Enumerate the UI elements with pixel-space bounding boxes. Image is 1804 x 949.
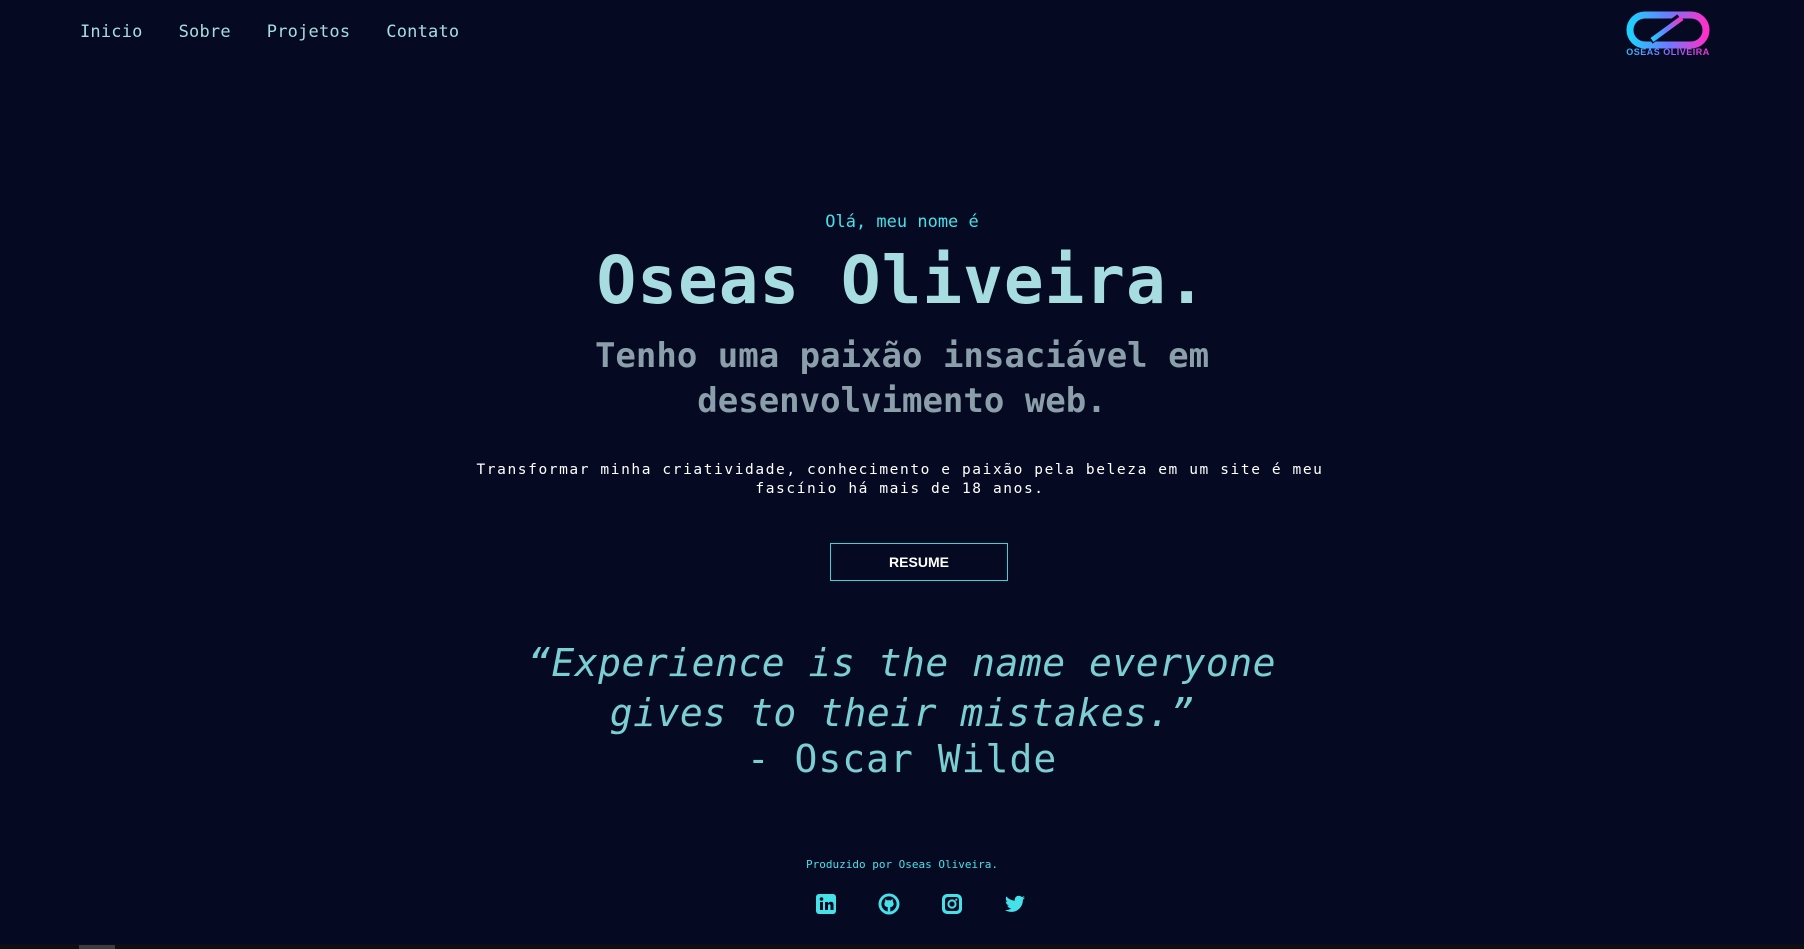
nav-link-sobre[interactable]: Sobre [179, 22, 231, 42]
scrollbar-thumb[interactable] [79, 945, 115, 949]
horizontal-scrollbar[interactable] [0, 944, 1804, 949]
hero-greeting: Olá, meu nome é [825, 212, 979, 232]
footer-credit: Produzido por Oseas Oliveira. [805, 858, 999, 871]
linkedin-icon[interactable] [814, 892, 838, 916]
quote-text: “Experience is the name everyone gives t… [527, 641, 1277, 735]
hero-tagline: Tenho uma paixão insaciável em desenvolv… [594, 336, 1210, 421]
logo-mark-icon [1626, 11, 1710, 49]
twitter-icon[interactable] [1003, 892, 1027, 916]
nav-link-inicio[interactable]: Inicio [80, 22, 143, 42]
quote-author: - Oscar Wilde [746, 737, 1058, 781]
social-links [814, 892, 1027, 916]
main-nav: Inicio Sobre Projetos Contato [80, 22, 495, 42]
nav-link-contato[interactable]: Contato [386, 22, 459, 42]
site-logo[interactable]: OSEAS OLIVEIRA [1622, 10, 1714, 62]
nav-link-projetos[interactable]: Projetos [267, 22, 350, 42]
logo-text: OSEAS OLIVEIRA [1622, 47, 1714, 57]
github-icon[interactable] [877, 892, 901, 916]
hero-description: Transformar minha criatividade, conhecim… [476, 462, 1324, 497]
resume-button[interactable]: RESUME [830, 543, 1008, 581]
instagram-icon[interactable] [940, 892, 964, 916]
hero-name: Oseas Oliveira. [596, 242, 1208, 319]
